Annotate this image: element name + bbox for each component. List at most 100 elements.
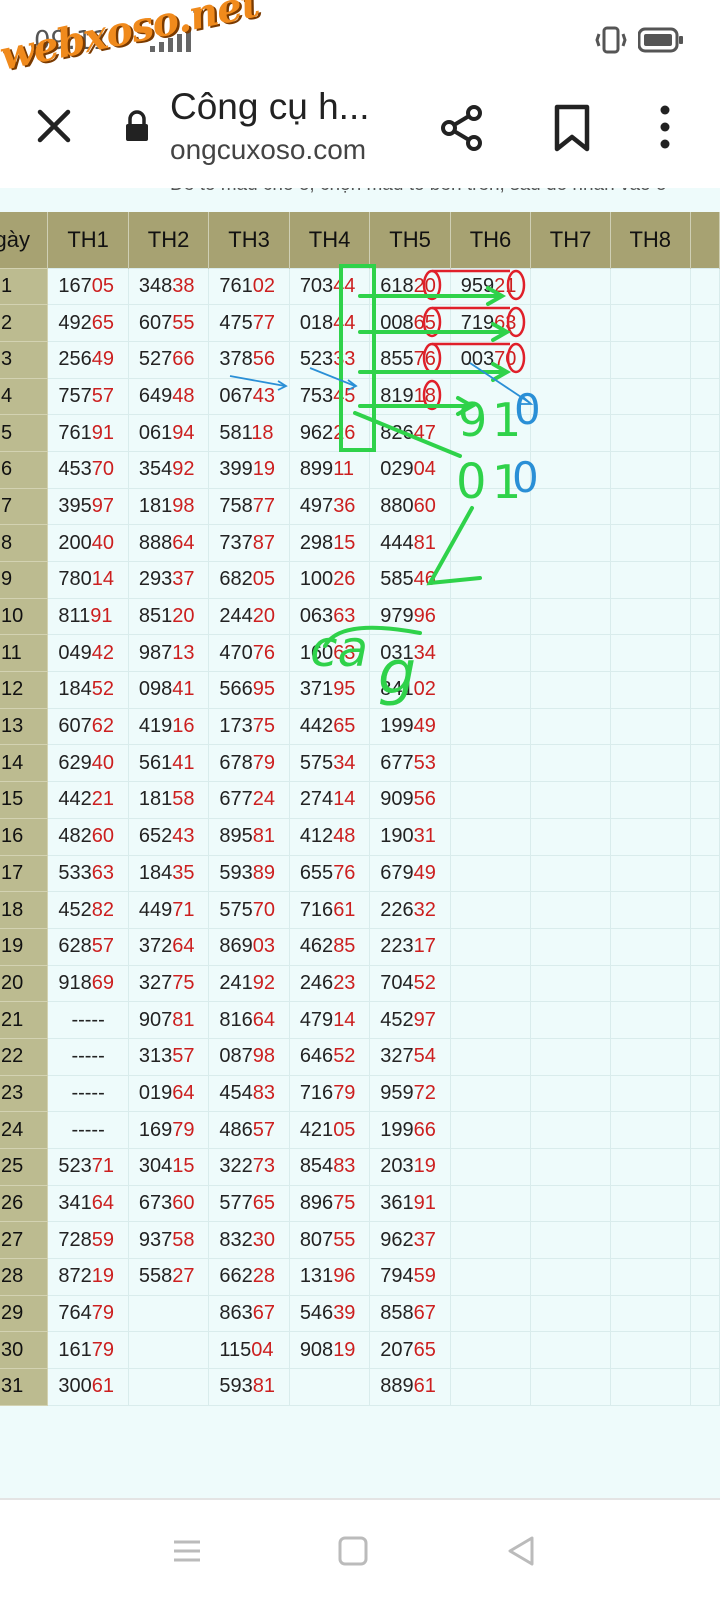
result-cell[interactable] (449, 854, 532, 893)
result-cell[interactable] (530, 1184, 611, 1223)
result-cell[interactable] (609, 854, 691, 893)
result-cell[interactable]: 95921 (449, 267, 532, 306)
result-cell[interactable]: 54639 (288, 1294, 371, 1333)
result-cell[interactable]: 87219 (47, 1258, 129, 1296)
result-cell[interactable] (127, 1294, 210, 1333)
result-cell[interactable]: 29337 (127, 561, 210, 599)
close-icon[interactable] (30, 102, 78, 150)
result-cell[interactable]: 85120 (127, 597, 210, 636)
result-cell[interactable]: 44971 (127, 891, 210, 929)
result-cell[interactable] (288, 1368, 371, 1406)
result-cell[interactable]: 98713 (127, 634, 210, 673)
result-cell[interactable] (530, 744, 611, 783)
result-cell[interactable]: 37195 (288, 671, 371, 709)
result-cell[interactable]: ----- (47, 1111, 129, 1149)
result-cell[interactable]: 13196 (288, 1258, 371, 1296)
result-cell[interactable]: 67753 (369, 744, 451, 783)
result-cell[interactable]: 61820 (369, 267, 451, 306)
result-cell[interactable] (449, 414, 532, 452)
result-cell[interactable] (609, 377, 691, 416)
result-cell[interactable]: 59389 (208, 854, 290, 893)
result-cell[interactable] (609, 1294, 691, 1333)
result-cell[interactable] (609, 561, 691, 599)
result-cell[interactable] (449, 1111, 532, 1149)
result-cell[interactable] (609, 817, 691, 856)
result-cell[interactable]: 95972 (369, 1074, 451, 1113)
result-cell[interactable]: 01964 (127, 1074, 210, 1113)
result-cell[interactable] (449, 377, 532, 416)
result-cell[interactable]: 80755 (288, 1221, 371, 1260)
result-cell[interactable]: 24192 (208, 964, 290, 1003)
result-cell[interactable] (609, 1221, 691, 1260)
result-cell[interactable] (609, 414, 691, 452)
result-cell[interactable]: 88864 (127, 524, 210, 562)
result-cell[interactable]: 52766 (127, 340, 210, 379)
result-cell[interactable]: 08798 (208, 1037, 290, 1076)
result-cell[interactable] (530, 1294, 611, 1333)
result-cell[interactable]: 45370 (47, 450, 129, 489)
result-cell[interactable] (530, 1001, 611, 1039)
result-cell[interactable]: 56695 (208, 671, 290, 709)
result-cell[interactable]: 96237 (369, 1221, 451, 1260)
result-cell[interactable] (449, 1001, 532, 1039)
result-cell[interactable] (530, 377, 611, 416)
result-cell[interactable]: 48260 (47, 817, 129, 856)
result-cell[interactable] (449, 1148, 532, 1186)
result-cell[interactable] (449, 671, 532, 709)
result-cell[interactable] (609, 1148, 691, 1186)
result-cell[interactable]: 34164 (47, 1184, 129, 1223)
result-cell[interactable]: 18158 (127, 781, 210, 819)
result-cell[interactable]: 25649 (47, 340, 129, 379)
result-cell[interactable]: 88961 (369, 1368, 451, 1406)
result-cell[interactable]: 90956 (369, 781, 451, 819)
result-cell[interactable]: 67949 (369, 854, 451, 893)
result-cell[interactable] (609, 1001, 691, 1039)
result-cell[interactable] (530, 817, 611, 856)
result-cell[interactable]: 34838 (127, 267, 210, 306)
page-title[interactable]: Công cụ h... (170, 86, 370, 128)
result-cell[interactable] (530, 597, 611, 636)
result-cell[interactable]: 57765 (208, 1184, 290, 1223)
result-cell[interactable] (449, 781, 532, 819)
result-cell[interactable]: 39597 (47, 487, 129, 526)
result-cell[interactable]: 71963 (449, 304, 532, 342)
result-cell[interactable]: 17375 (208, 707, 290, 746)
result-cell[interactable] (530, 927, 611, 966)
result-cell[interactable]: 44481 (369, 524, 451, 562)
result-cell[interactable]: 16979 (127, 1111, 210, 1149)
result-cell[interactable]: 11504 (208, 1331, 290, 1370)
result-cell[interactable]: 78014 (47, 561, 129, 599)
result-cell[interactable]: 86367 (208, 1294, 290, 1333)
result-cell[interactable]: 79459 (369, 1258, 451, 1296)
result-cell[interactable] (530, 1331, 611, 1370)
result-cell[interactable] (449, 1331, 532, 1370)
back-icon[interactable] (504, 1534, 538, 1568)
result-cell[interactable]: 30415 (127, 1148, 210, 1186)
result-cell[interactable]: 86903 (208, 927, 290, 966)
result-cell[interactable]: 39919 (208, 450, 290, 489)
result-cell[interactable] (449, 1184, 532, 1223)
result-cell[interactable] (609, 450, 691, 489)
result-cell[interactable]: 45297 (369, 1001, 451, 1039)
result-cell[interactable] (609, 487, 691, 526)
result-cell[interactable] (530, 707, 611, 746)
result-cell[interactable]: 35492 (127, 450, 210, 489)
result-cell[interactable]: 81191 (47, 597, 129, 636)
result-cell[interactable]: 59381 (208, 1368, 290, 1406)
result-cell[interactable] (609, 1037, 691, 1076)
result-cell[interactable]: 83230 (208, 1221, 290, 1260)
result-cell[interactable] (530, 1148, 611, 1186)
result-cell[interactable]: 60755 (127, 304, 210, 342)
result-cell[interactable]: 01844 (288, 304, 371, 342)
result-cell[interactable] (609, 267, 691, 306)
result-cell[interactable] (449, 634, 532, 673)
result-cell[interactable]: 56141 (127, 744, 210, 783)
result-cell[interactable]: 88060 (369, 487, 451, 526)
result-cell[interactable]: 32775 (127, 964, 210, 1003)
result-cell[interactable]: 65243 (127, 817, 210, 856)
share-icon[interactable] (440, 104, 484, 152)
result-cell[interactable]: 24420 (208, 597, 290, 636)
result-cell[interactable]: 93758 (127, 1221, 210, 1260)
result-cell[interactable] (530, 671, 611, 709)
result-cell[interactable]: 91869 (47, 964, 129, 1003)
